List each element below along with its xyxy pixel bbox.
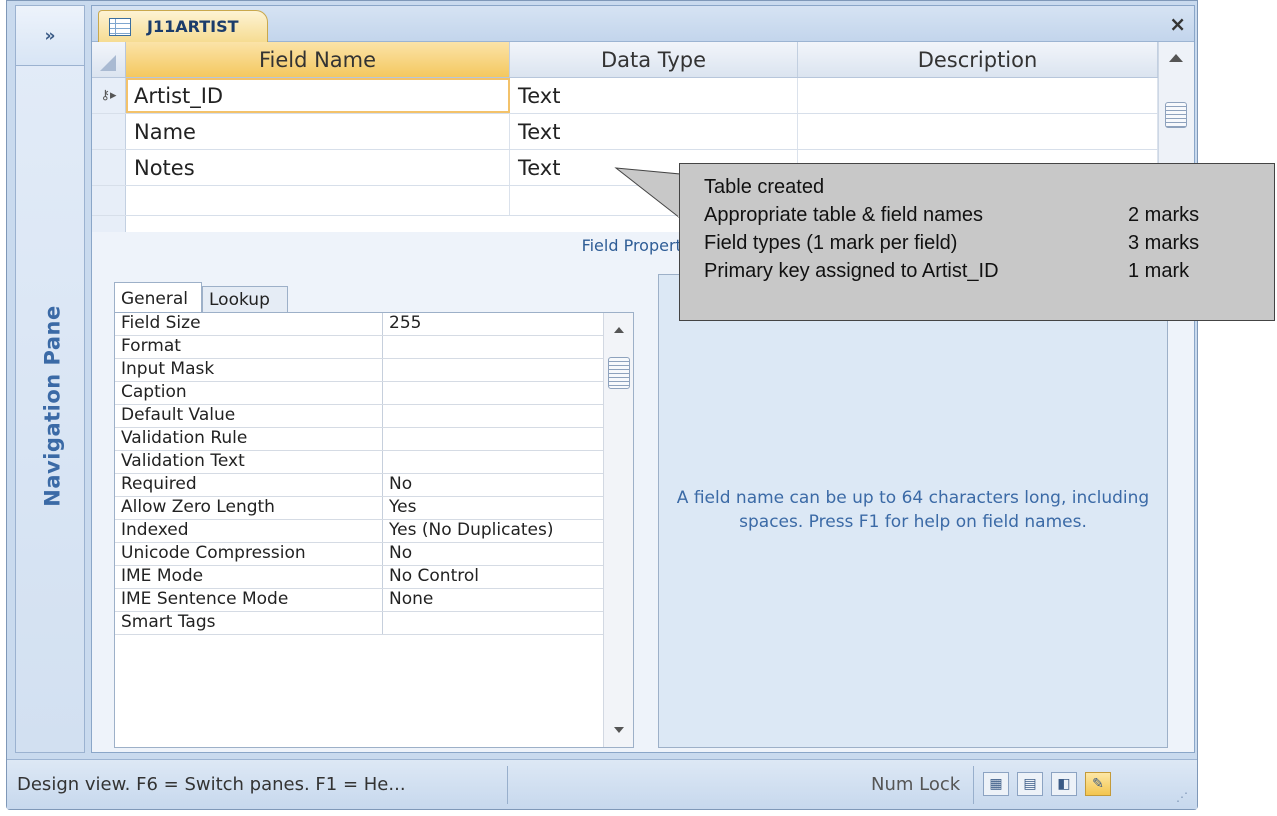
data-type-cell[interactable]: Text (510, 114, 798, 149)
field-name-cell[interactable]: Artist_ID (126, 78, 510, 113)
property-name: Validation Rule (115, 428, 383, 450)
property-name: Validation Text (115, 451, 383, 473)
select-all-corner[interactable] (92, 42, 126, 77)
help-text: A field name can be up to 64 characters … (676, 488, 1150, 532)
document-tab-strip: J11ARTIST × (92, 6, 1194, 42)
callout-item: Appropriate table & field names 2 marks (704, 204, 1200, 226)
pivot-chart-view-icon[interactable]: ◧ (1051, 772, 1077, 796)
document-tab[interactable]: J11ARTIST (98, 10, 268, 42)
field-name-cell[interactable]: Name (126, 114, 510, 149)
property-row[interactable]: Smart Tags (115, 612, 633, 635)
row-selector[interactable] (92, 150, 126, 185)
property-value[interactable]: No (383, 474, 599, 496)
callout-item: Primary key assigned to Artist_ID 1 mark (704, 260, 1190, 282)
property-name: Allow Zero Length (115, 497, 383, 519)
property-value[interactable]: None (383, 589, 599, 611)
property-value[interactable] (383, 451, 599, 473)
property-row[interactable]: Default Value (115, 405, 633, 428)
property-name: Format (115, 336, 383, 358)
data-type-cell[interactable]: Text (510, 78, 798, 113)
property-value[interactable] (383, 359, 599, 381)
property-row[interactable]: IME Sentence Mode None (115, 589, 633, 612)
field-name-cell[interactable] (126, 186, 510, 215)
callout-item: Field types (1 mark per field) 3 marks (704, 232, 1200, 254)
field-row[interactable]: ⚷▸ Artist_ID Text (92, 78, 1158, 114)
property-value[interactable]: Yes (383, 497, 599, 519)
data-type-header: Data Type (510, 42, 798, 77)
row-selector[interactable] (92, 186, 126, 215)
primary-key-icon[interactable]: ⚷▸ (92, 78, 126, 113)
property-row[interactable]: Validation Rule (115, 428, 633, 451)
pivot-table-view-icon[interactable]: ▤ (1017, 772, 1043, 796)
field-name-header: Field Name (126, 42, 510, 77)
property-row[interactable]: Required No (115, 474, 633, 497)
tab-general[interactable]: General (114, 282, 202, 314)
navigation-pane-label: Navigation Pane (41, 305, 66, 507)
property-name: IME Sentence Mode (115, 589, 383, 611)
property-row[interactable]: Caption (115, 382, 633, 405)
property-name: Required (115, 474, 383, 496)
property-name: IME Mode (115, 566, 383, 588)
table-design-window: J11ARTIST × Field Name Data Type Descrip… (91, 5, 1195, 753)
resize-grip-icon[interactable]: ⋰ (1176, 790, 1189, 804)
description-cell[interactable] (798, 78, 1158, 113)
grid-header: Field Name Data Type Description (92, 42, 1158, 78)
property-name: Smart Tags (115, 612, 383, 634)
scroll-thumb[interactable] (1165, 102, 1187, 128)
scroll-down-icon[interactable] (614, 727, 624, 733)
close-icon[interactable]: × (1169, 12, 1186, 36)
expand-nav-button[interactable]: » (16, 6, 84, 66)
property-value[interactable] (383, 428, 599, 450)
scroll-up-icon[interactable] (614, 327, 624, 333)
design-view-icon[interactable]: ✎ (1085, 772, 1111, 796)
property-row[interactable]: Unicode Compression No (115, 543, 633, 566)
scroll-thumb[interactable] (608, 357, 630, 389)
property-row[interactable]: Field Size 255 (115, 313, 633, 336)
property-value[interactable]: Yes (No Duplicates) (383, 520, 599, 542)
document-tab-label: J11ARTIST (147, 17, 239, 36)
property-value[interactable] (383, 336, 599, 358)
property-value[interactable]: 255 (383, 313, 599, 335)
property-name: Unicode Compression (115, 543, 383, 565)
callout-title: Table created (704, 176, 825, 198)
row-selector[interactable] (92, 114, 126, 149)
property-row[interactable]: Indexed Yes (No Duplicates) (115, 520, 633, 543)
property-value[interactable] (383, 612, 599, 634)
tab-lookup[interactable]: Lookup (202, 286, 288, 314)
status-bar: Design view. F6 = Switch panes. F1 = He.… (7, 759, 1197, 809)
scroll-up-icon[interactable] (1169, 54, 1183, 62)
properties-sheet: Field Size 255 Format Input Mask Caption … (114, 312, 634, 748)
access-window: » Navigation Pane J11ARTIST × Field Name… (6, 0, 1198, 810)
property-name: Caption (115, 382, 383, 404)
property-name: Indexed (115, 520, 383, 542)
property-value[interactable]: No Control (383, 566, 599, 588)
table-icon (109, 17, 131, 36)
help-panel: A field name can be up to 64 characters … (658, 274, 1168, 748)
property-value[interactable] (383, 405, 599, 427)
property-value[interactable] (383, 382, 599, 404)
property-name: Default Value (115, 405, 383, 427)
property-value[interactable]: No (383, 543, 599, 565)
property-row[interactable]: Format (115, 336, 633, 359)
datasheet-view-icon[interactable]: ▦ (983, 772, 1009, 796)
property-row[interactable]: Input Mask (115, 359, 633, 382)
status-text: Design view. F6 = Switch panes. F1 = He.… (17, 774, 406, 795)
property-name: Field Size (115, 313, 383, 335)
field-name-cell[interactable]: Notes (126, 150, 510, 185)
double-chevron-icon: » (44, 25, 56, 46)
property-row[interactable]: Allow Zero Length Yes (115, 497, 633, 520)
properties-scrollbar[interactable] (603, 313, 633, 747)
num-lock-indicator: Num Lock (871, 774, 961, 795)
field-row[interactable]: Name Text (92, 114, 1158, 150)
description-cell[interactable] (798, 114, 1158, 149)
property-row[interactable]: IME Mode No Control (115, 566, 633, 589)
property-row[interactable]: Validation Text (115, 451, 633, 474)
description-header: Description (798, 42, 1158, 77)
property-name: Input Mask (115, 359, 383, 381)
navigation-pane[interactable]: » Navigation Pane (15, 5, 85, 753)
marking-callout: Table created Appropriate table & field … (679, 163, 1275, 321)
